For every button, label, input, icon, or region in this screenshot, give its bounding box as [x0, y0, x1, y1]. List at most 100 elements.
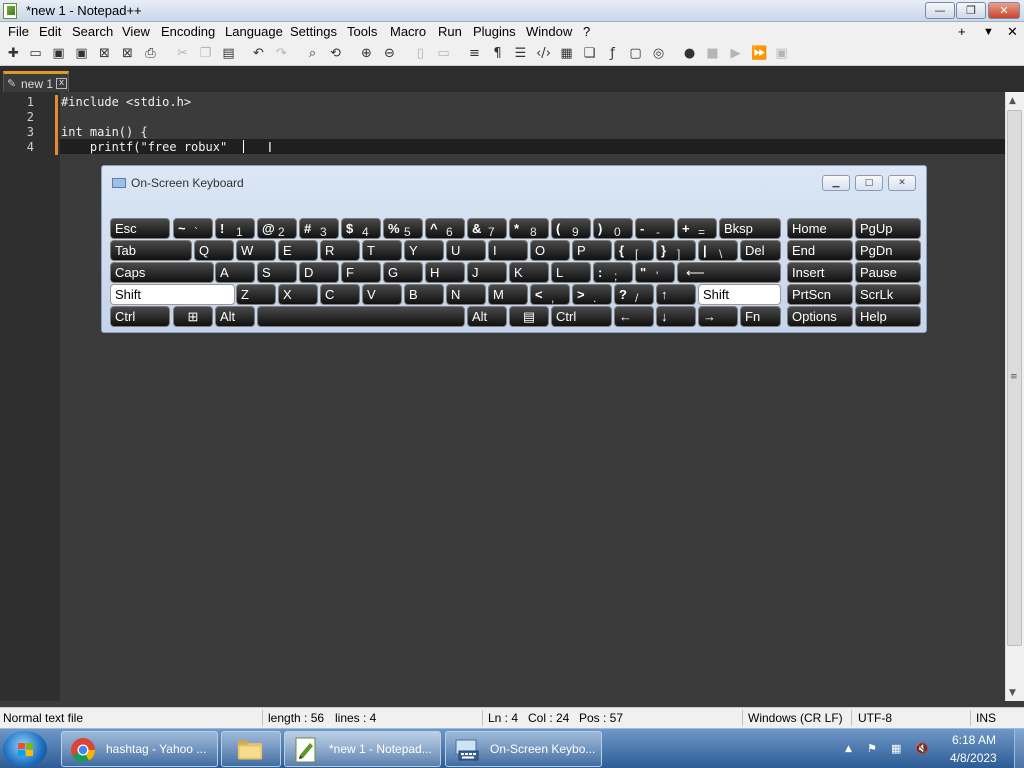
key-p[interactable]: P	[572, 240, 612, 261]
key-esc[interactable]: Esc	[110, 218, 170, 239]
doc-list-icon[interactable]: ❏	[582, 46, 597, 61]
key-alt-left[interactable]: Alt	[215, 306, 255, 327]
menu-settings[interactable]: Settings	[290, 24, 337, 39]
key-9[interactable]: (9	[551, 218, 591, 239]
taskbar-notepadpp[interactable]: *new 1 - Notepad...	[284, 731, 441, 767]
key-tab[interactable]: Tab	[110, 240, 192, 261]
doc-map-icon[interactable]: ▦	[559, 46, 574, 61]
key-end[interactable]: End	[787, 240, 853, 261]
clock-date[interactable]: 4/8/2023	[950, 751, 997, 765]
osk-maximize-button[interactable]: □	[855, 175, 883, 191]
status-insert-mode[interactable]: INS	[976, 711, 996, 725]
save-icon[interactable]: ▣	[51, 46, 66, 61]
taskbar-osk[interactable]: On-Screen Keybo...	[445, 731, 602, 767]
tab-new-1[interactable]: ✎ new 1 x	[3, 71, 69, 92]
cut-icon[interactable]: ✂	[175, 46, 190, 61]
key-u[interactable]: U	[446, 240, 486, 261]
record-macro-icon[interactable]: ●	[682, 46, 697, 61]
key-5[interactable]: % 5	[383, 218, 423, 239]
key-t[interactable]: T	[362, 240, 402, 261]
osk-minimize-button[interactable]: ▁	[822, 175, 850, 191]
key-lbracket[interactable]: {[	[614, 240, 654, 261]
key-ctrl-left[interactable]: Ctrl	[110, 306, 170, 327]
close-all-icon[interactable]: ⊠	[120, 46, 135, 61]
menu-search[interactable]: Search	[72, 24, 113, 39]
key-6[interactable]: ^ 6	[425, 218, 465, 239]
status-col[interactable]: Col : 24	[528, 711, 569, 725]
key-del[interactable]: Del	[740, 240, 781, 261]
key-pause[interactable]: Pause	[855, 262, 921, 283]
key-alt-right[interactable]: Alt	[467, 306, 507, 327]
taskbar-explorer[interactable]	[221, 731, 281, 767]
paste-icon[interactable]: ▤	[221, 46, 236, 61]
menu-help[interactable]: ?	[583, 24, 590, 39]
replace-icon[interactable]: ⟲	[328, 46, 343, 61]
key-y[interactable]: Y	[404, 240, 444, 261]
zoom-out-icon[interactable]: ⊖	[382, 46, 397, 61]
key-f[interactable]: F	[341, 262, 381, 283]
key-tilde[interactable]: ~ `	[173, 218, 213, 239]
indent-guide-icon[interactable]: ☰	[513, 46, 528, 61]
key-0[interactable]: ) 0	[593, 218, 633, 239]
status-ln[interactable]: Ln : 4	[488, 711, 518, 725]
key-left-arrow[interactable]: ←	[614, 306, 654, 327]
menu-encoding[interactable]: Encoding	[161, 24, 215, 39]
key-x[interactable]: X	[278, 284, 318, 305]
key-semicolon[interactable]: :;	[593, 262, 633, 283]
key-h[interactable]: H	[425, 262, 465, 283]
taskbar-chrome[interactable]: hashtag - Yahoo ...	[61, 731, 218, 767]
menu-view[interactable]: View	[122, 24, 150, 39]
title-bar[interactable]: *new 1 - Notepad++ — ❐ ✕	[0, 0, 1024, 22]
close-file-icon[interactable]: ⊠	[97, 46, 112, 61]
menu-plugins[interactable]: Plugins	[473, 24, 516, 39]
network-icon[interactable]: ▦	[891, 742, 905, 756]
key-z[interactable]: Z	[236, 284, 276, 305]
zoom-in-icon[interactable]: ⊕	[359, 46, 374, 61]
key-fn[interactable]: Fn	[740, 306, 781, 327]
action-center-flag-icon[interactable]: ⚑	[867, 742, 881, 756]
code-line-3[interactable]: int main() {	[61, 125, 148, 139]
find-icon[interactable]: ⌕	[305, 46, 320, 61]
new-tab-plus-button[interactable]: +	[958, 24, 966, 39]
key-slash[interactable]: ? /	[614, 284, 654, 305]
sync-horizontal-icon[interactable]: ▭	[436, 46, 451, 61]
key-e[interactable]: E	[278, 240, 318, 261]
key-help[interactable]: Help	[855, 306, 921, 327]
minimize-button[interactable]: —	[925, 2, 955, 19]
clock-time[interactable]: 6:18 AM	[952, 733, 996, 747]
key-v[interactable]: V	[362, 284, 402, 305]
folder-workspace-icon[interactable]: ▢	[628, 46, 643, 61]
key-rbracket[interactable]: }]	[656, 240, 696, 261]
key-minus[interactable]: --	[635, 218, 675, 239]
copy-icon[interactable]: ❐	[198, 46, 213, 61]
maximize-button[interactable]: ❐	[956, 2, 986, 19]
key-r[interactable]: R	[320, 240, 360, 261]
key-8[interactable]: * 8	[509, 218, 549, 239]
new-file-icon[interactable]: ✚	[6, 46, 21, 61]
run-macro-multiple-icon[interactable]: ⏩	[751, 46, 767, 61]
key-comma[interactable]: <,	[530, 284, 570, 305]
key-2[interactable]: @2	[257, 218, 297, 239]
key-prtscn[interactable]: PrtScn	[787, 284, 853, 305]
tab-list-dropdown-button[interactable]: ▼	[983, 26, 994, 38]
stop-macro-icon[interactable]: ■	[705, 46, 720, 61]
key-up-arrow[interactable]: ↑	[656, 284, 696, 305]
key-4[interactable]: $4	[341, 218, 381, 239]
key-backslash[interactable]: | \	[698, 240, 738, 261]
play-macro-icon[interactable]: ▶	[728, 46, 743, 61]
udl-icon[interactable]: ‹/›	[536, 46, 551, 61]
close-button[interactable]: ✕	[988, 2, 1020, 19]
key-l[interactable]: L	[551, 262, 591, 283]
key-period[interactable]: >.	[572, 284, 612, 305]
key-d[interactable]: D	[299, 262, 339, 283]
function-list-icon[interactable]: ƒ	[605, 46, 620, 61]
word-wrap-icon[interactable]: ≡	[467, 46, 482, 61]
menu-edit[interactable]: Edit	[39, 24, 61, 39]
key-home[interactable]: Home	[787, 218, 853, 239]
key-equals[interactable]: + =	[677, 218, 717, 239]
open-file-icon[interactable]: ▭	[28, 46, 43, 61]
scroll-up-icon[interactable]: ▲	[1009, 96, 1016, 106]
save-macro-icon[interactable]: ▣	[774, 46, 789, 61]
show-all-chars-icon[interactable]: ¶	[490, 46, 505, 61]
key-ctrl-right[interactable]: Ctrl	[551, 306, 612, 327]
